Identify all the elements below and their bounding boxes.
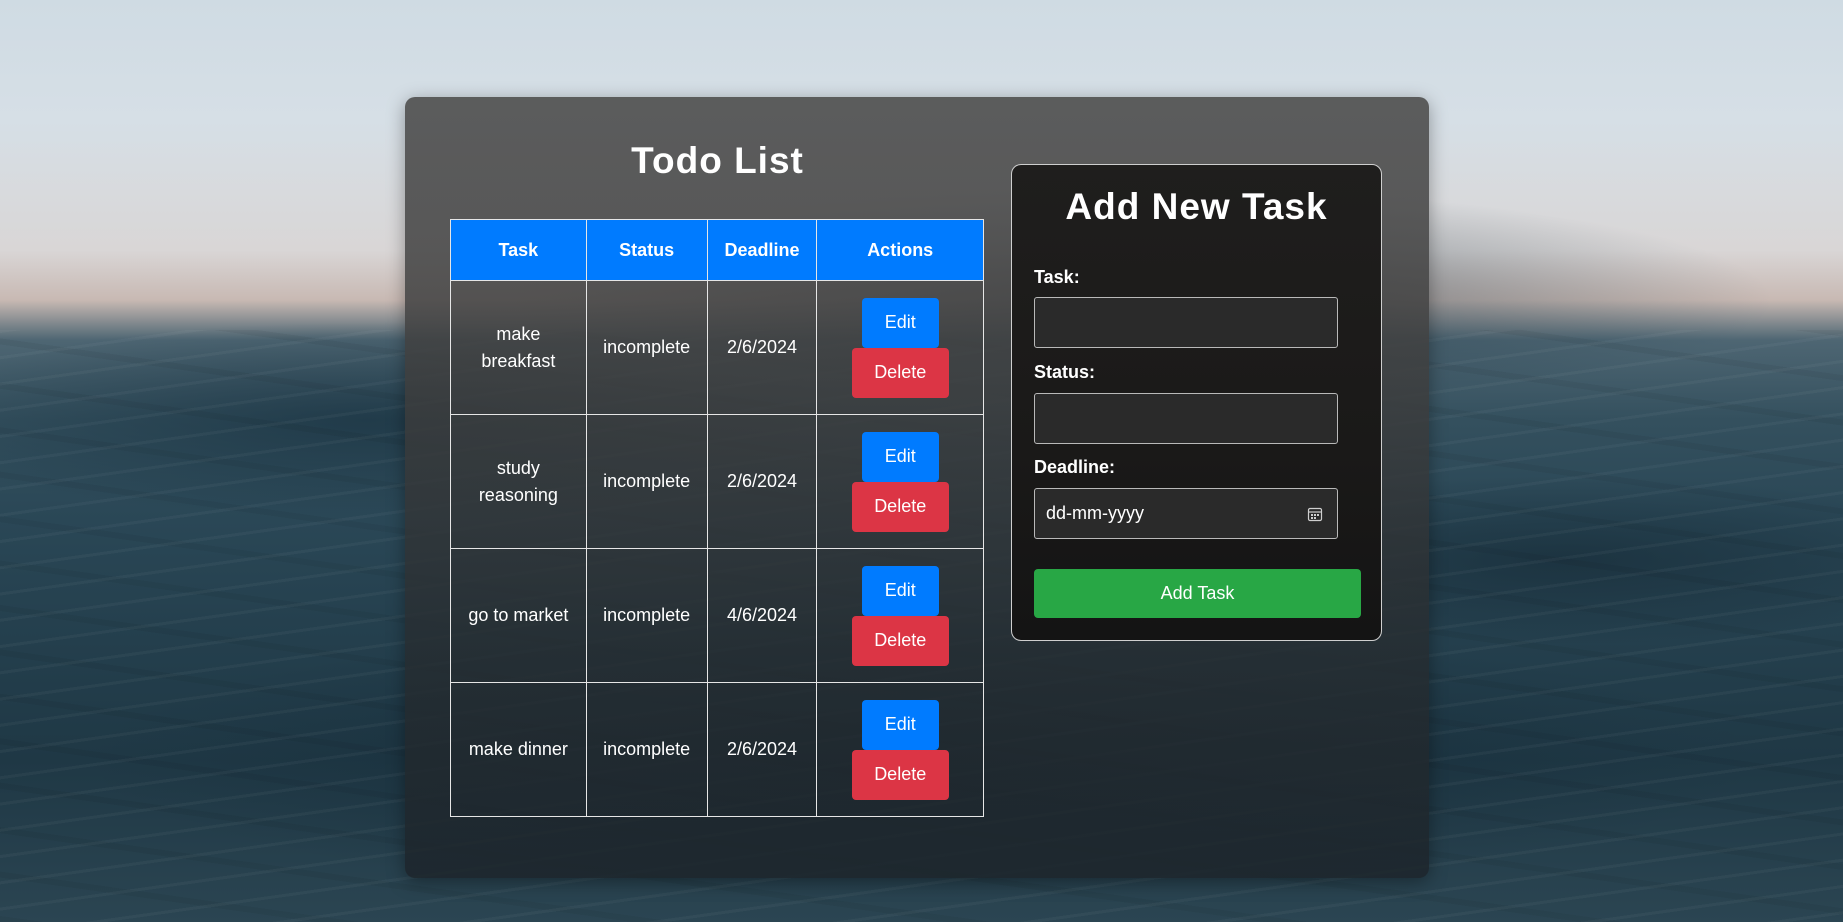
calendar-icon[interactable] — [1307, 506, 1323, 522]
status-cell: incomplete — [585, 682, 708, 817]
edit-button[interactable]: Edit — [861, 431, 939, 482]
status-input[interactable] — [1034, 393, 1338, 444]
actions-cell: Edit Delete — [816, 280, 984, 415]
status-cell: incomplete — [585, 414, 708, 549]
column-header-deadline: Deadline — [706, 219, 818, 281]
delete-button[interactable]: Delete — [851, 615, 949, 666]
actions-cell: Edit Delete — [816, 548, 984, 683]
add-task-title: Add New Task — [1065, 186, 1328, 227]
deadline-cell: 2/6/2024 — [706, 682, 818, 817]
delete-button[interactable]: Delete — [851, 481, 949, 532]
deadline-date-input[interactable]: dd-mm-yyyy — [1034, 488, 1338, 539]
task-cell: study reasoning — [450, 414, 587, 549]
edit-button[interactable]: Edit — [861, 699, 939, 750]
status-label: Status: — [1034, 362, 1096, 382]
column-header-task: Task — [450, 219, 587, 281]
todo-list-title: Todo List — [631, 140, 804, 181]
column-header-status: Status — [585, 219, 708, 281]
table-row: make breakfast incomplete 2/6/2024 Edit … — [450, 280, 984, 415]
delete-button[interactable]: Delete — [851, 347, 949, 398]
todo-table: Task Status Deadline Actions make breakf… — [450, 219, 984, 817]
task-cell: go to market — [450, 548, 587, 683]
task-input[interactable] — [1034, 297, 1338, 348]
add-task-button[interactable]: Add Task — [1034, 569, 1361, 618]
task-cell: make dinner — [450, 682, 587, 817]
actions-cell: Edit Delete — [816, 414, 984, 549]
actions-cell: Edit Delete — [816, 682, 984, 817]
deadline-placeholder: dd-mm-yyyy — [1046, 503, 1144, 523]
table-row: study reasoning incomplete 2/6/2024 Edit… — [450, 414, 984, 549]
task-label: Task: — [1034, 267, 1080, 287]
column-header-actions: Actions — [816, 219, 984, 281]
delete-button[interactable]: Delete — [851, 749, 949, 800]
task-cell: make breakfast — [450, 280, 587, 415]
edit-button[interactable]: Edit — [861, 297, 939, 348]
deadline-cell: 2/6/2024 — [706, 414, 818, 549]
edit-button[interactable]: Edit — [861, 565, 939, 616]
table-row: make dinner incomplete 2/6/2024 Edit Del… — [450, 682, 984, 817]
table-header-row: Task Status Deadline Actions — [450, 219, 984, 281]
deadline-label: Deadline: — [1034, 457, 1116, 477]
deadline-cell: 4/6/2024 — [706, 548, 818, 683]
deadline-cell: 2/6/2024 — [706, 280, 818, 415]
status-cell: incomplete — [585, 548, 708, 683]
status-cell: incomplete — [585, 280, 708, 415]
table-row: go to market incomplete 4/6/2024 Edit De… — [450, 548, 984, 683]
